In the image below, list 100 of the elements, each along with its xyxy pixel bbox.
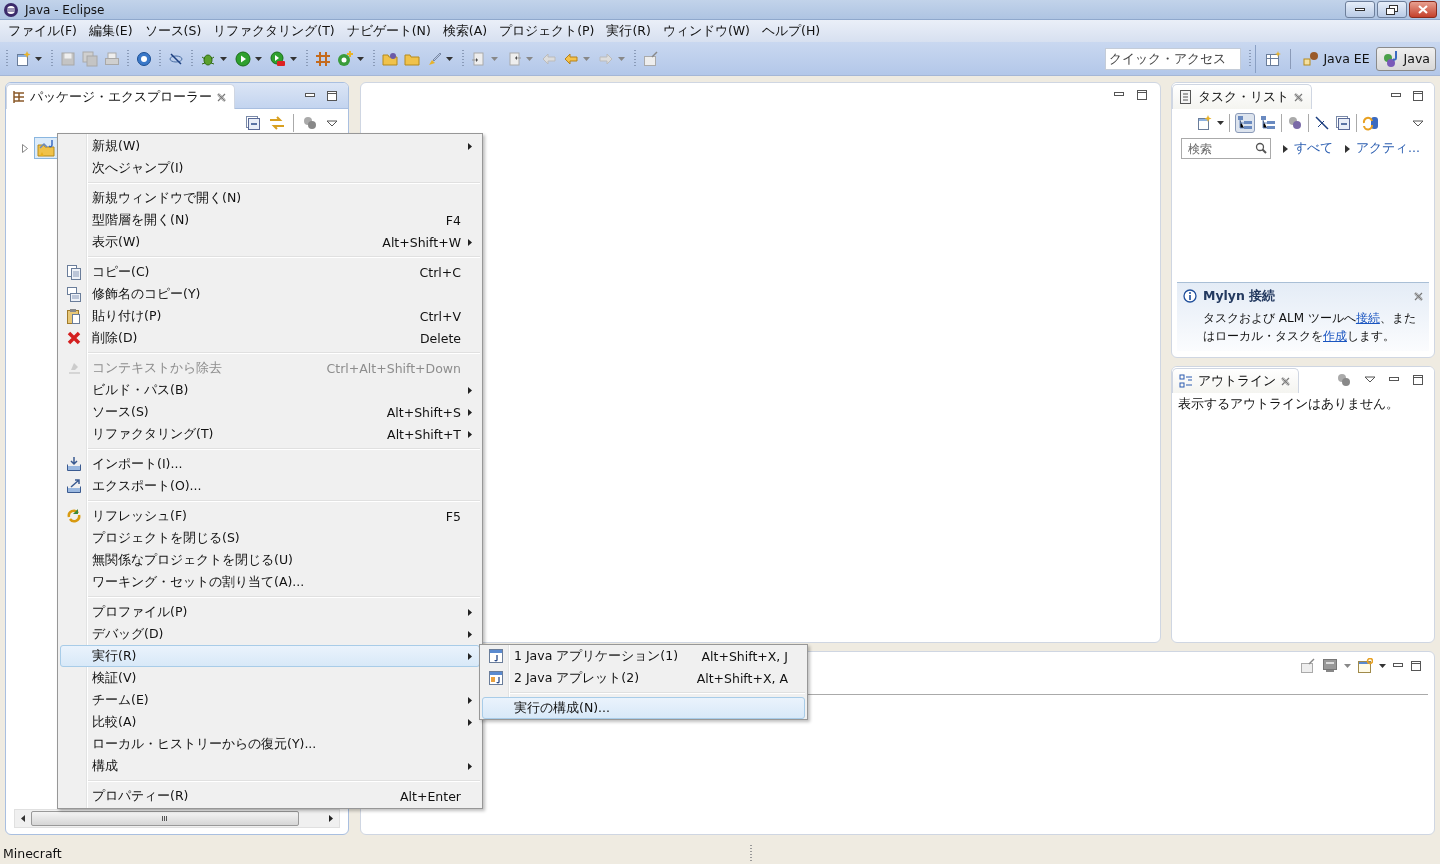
menu-item[interactable]: チーム(E)	[60, 689, 480, 711]
menu-item[interactable]: 新規ウィンドウで開く(N)	[60, 187, 480, 209]
caret-icon[interactable]	[34, 56, 43, 61]
perspective-button[interactable]: Java	[1375, 46, 1436, 71]
quick-access-field[interactable]: クイック・アクセス	[1105, 47, 1242, 70]
filter-link[interactable]: すべて	[1294, 140, 1333, 157]
menu-item[interactable]: プロジェクトを閉じる(S)	[60, 527, 480, 549]
close-icon[interactable]	[217, 92, 226, 102]
menu-item[interactable]: 実行(R)	[60, 645, 480, 667]
menu-item[interactable]: インポート(I)...	[60, 453, 480, 475]
close-button[interactable]	[1409, 1, 1437, 18]
restore-button[interactable]	[1377, 1, 1407, 18]
menu-bar-item[interactable]: ソース(S)	[138, 22, 208, 40]
menu-item[interactable]: プロパティー(R) Alt+Enter	[60, 785, 480, 807]
menu-item[interactable]: ビルド・パス(B)	[60, 379, 480, 401]
menu-item[interactable]: リファクタリング(T) Alt+Shift+T	[60, 423, 480, 445]
menu-item[interactable]: 実行の構成(N)...	[482, 697, 805, 719]
close-icon[interactable]	[1294, 92, 1303, 102]
maximize-icon[interactable]	[1410, 660, 1422, 672]
menu-bar-item[interactable]: ナビゲート(N)	[340, 22, 437, 40]
caret-icon[interactable]	[356, 56, 365, 61]
menu-item[interactable]: 比較(A)	[60, 711, 480, 733]
minimize-icon[interactable]	[1392, 662, 1404, 670]
menu-item[interactable]: 表示(W) Alt+Shift+W	[60, 231, 480, 253]
scheduled-view-icon[interactable]	[1260, 115, 1276, 131]
menu-item[interactable]: リフレッシュ(F) F5	[60, 505, 480, 527]
sync-icon[interactable]	[1362, 115, 1380, 131]
java-app-icon	[488, 648, 504, 664]
menu-bar-item[interactable]: 実行(R)	[600, 22, 657, 40]
menu-item[interactable]: 次へジャンプ(I)	[60, 157, 480, 179]
menu-bar-item[interactable]: ファイル(F)	[2, 22, 83, 40]
menu-item[interactable]: 修飾名のコピー(Y)	[60, 283, 480, 305]
menu-bar-item[interactable]: 編集(E)	[82, 22, 139, 40]
menu-item[interactable]: 構成	[60, 755, 480, 777]
menu-bar-item[interactable]: ウィンドウ(W)	[656, 22, 756, 40]
menu-bar-item[interactable]: プロジェクト(P)	[493, 22, 601, 40]
monitor-icon[interactable]	[1322, 658, 1338, 674]
keyboard-shortcut: Ctrl+V	[418, 308, 461, 324]
horizontal-scrollbar[interactable]	[14, 809, 340, 828]
keyboard-shortcut: Alt+Enter	[399, 788, 461, 804]
collapse-all-icon[interactable]	[245, 115, 261, 131]
minimize-button[interactable]	[1345, 1, 1375, 18]
caret-icon[interactable]	[1217, 121, 1224, 125]
close-icon[interactable]	[1414, 291, 1423, 301]
new-window-icon[interactable]	[1357, 658, 1373, 674]
menu-item[interactable]: 1 Java アプリケーション(1) Alt+Shift+X, J	[482, 645, 805, 667]
project-folder-icon[interactable]	[34, 137, 58, 159]
menu-item[interactable]: 無関係なプロジェクトを閉じる(U)	[60, 549, 480, 571]
menu-item[interactable]: 新規(W)	[60, 135, 480, 157]
menu-bar-item[interactable]: 検索(A)	[436, 22, 494, 40]
caret-icon[interactable]	[254, 56, 263, 61]
view-menu-icon[interactable]	[326, 119, 338, 127]
view-menu-icon[interactable]	[1412, 119, 1424, 127]
collapse-all-icon[interactable]	[1335, 115, 1351, 131]
menu-item[interactable]: エクスポート(O)...	[60, 475, 480, 497]
filter-link[interactable]: アクティ...	[1356, 140, 1420, 157]
menu-item[interactable]: ワーキング・セットの割り当て(A)...	[60, 571, 480, 593]
menu-item[interactable]: 型階層を開く(N) F4	[60, 209, 480, 231]
link[interactable]: 接続	[1355, 311, 1380, 325]
view-tab[interactable]: パッケージ・エクスプローラー	[6, 84, 235, 109]
filter-icon[interactable]	[302, 115, 318, 131]
run-icon[interactable]	[268, 48, 288, 69]
restore-icon	[1386, 4, 1398, 15]
perspective-icon	[1381, 49, 1400, 68]
view-menu-icon[interactable]	[1364, 376, 1376, 383]
maximize-icon[interactable]	[1412, 373, 1424, 386]
filter-icon[interactable]	[1336, 371, 1352, 388]
link-arrows-icon[interactable]	[269, 115, 285, 131]
close-icon[interactable]	[1281, 376, 1290, 386]
menu-item[interactable]: デバッグ(D)	[60, 623, 480, 645]
link[interactable]: 作成	[1323, 329, 1347, 343]
menu-item[interactable]: ソース(S) Alt+Shift+S	[60, 401, 480, 423]
keyboard-shortcut: F4	[444, 212, 461, 228]
maximize-icon[interactable]	[326, 89, 338, 102]
menu-item[interactable]: プロファイル(P)	[60, 601, 480, 623]
expander-icon[interactable]	[22, 143, 28, 153]
categorized-view-icon[interactable]	[1235, 113, 1255, 133]
caret-icon[interactable]	[289, 56, 298, 61]
menu-item[interactable]: コピー(C) Ctrl+C	[60, 261, 480, 283]
search-field[interactable]: 検索	[1181, 138, 1271, 159]
hide-icon[interactable]	[1314, 115, 1330, 131]
menu-item[interactable]: 検証(V)	[60, 667, 480, 689]
menu-bar-item[interactable]: リファクタリング(T)	[207, 22, 341, 40]
caret-icon[interactable]	[1379, 664, 1386, 668]
new-task-icon[interactable]	[1196, 115, 1212, 131]
menu-bar-item[interactable]: ヘルプ(H)	[756, 22, 827, 40]
view-tab[interactable]: アウトライン	[1172, 368, 1299, 393]
caret-icon[interactable]	[445, 56, 454, 61]
status-text: Minecraft	[3, 845, 62, 861]
menu-item[interactable]: 貼り付け(P) Ctrl+V	[60, 305, 480, 327]
run-icon[interactable]	[233, 48, 253, 69]
menu-item[interactable]: ローカル・ヒストリーからの復元(Y)...	[60, 733, 480, 755]
filter-icon[interactable]	[1287, 115, 1303, 131]
maximize-icon[interactable]	[1136, 89, 1148, 101]
menu-item[interactable]: 2 Java アプレット(2) Alt+Shift+X, A	[482, 667, 805, 689]
caret-icon[interactable]	[219, 56, 228, 61]
menu-item[interactable]: 削除(D) Delete	[60, 327, 480, 349]
view-tab[interactable]: タスク・リスト	[1172, 84, 1312, 109]
maximize-icon[interactable]	[1412, 89, 1424, 102]
perspective-button[interactable]: Java EE	[1297, 46, 1376, 71]
